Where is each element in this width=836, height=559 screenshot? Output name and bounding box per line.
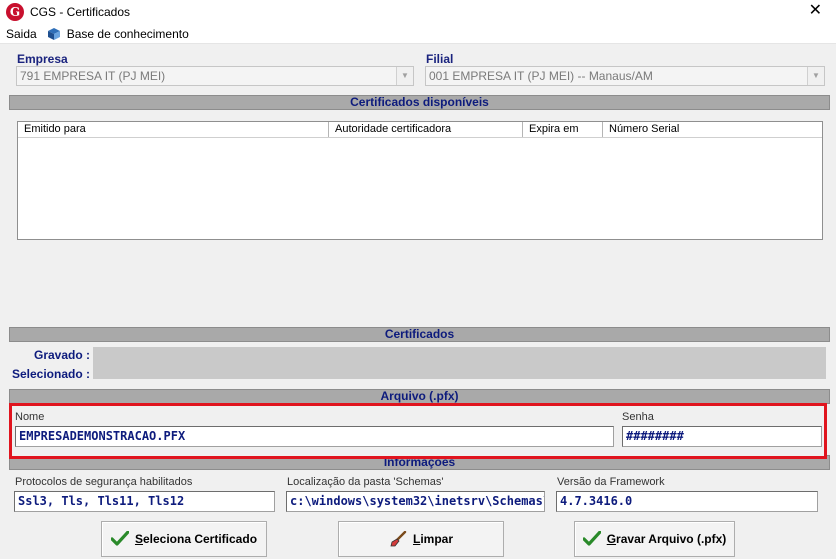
protocolos-field[interactable]: Ssl3, Tls, Tls11, Tls12 bbox=[14, 491, 275, 512]
book-icon bbox=[47, 27, 61, 41]
menu-base-conhecimento[interactable]: Base de conhecimento bbox=[41, 27, 193, 41]
check-icon bbox=[582, 531, 601, 547]
column-emitido-para[interactable]: Emitido para bbox=[18, 122, 329, 137]
certificados-grid[interactable]: Emitido para Autoridade certificadora Ex… bbox=[17, 121, 823, 240]
certificado-info-field bbox=[93, 347, 826, 379]
highlight-frame: Nome EMPRESADEMONSTRACAO.PFX Senha #####… bbox=[9, 403, 827, 459]
gravar-arquivo-label: Gravar Arquivo (.pfx) bbox=[606, 532, 727, 546]
seleciona-certificado-button[interactable]: Seleciona Certificado bbox=[101, 521, 267, 557]
nome-label: Nome bbox=[15, 411, 45, 423]
empresa-value: 791 EMPRESA IT (PJ MEI) bbox=[20, 69, 166, 83]
framework-field[interactable]: 4.7.3416.0 bbox=[556, 491, 818, 512]
menu-saida[interactable]: Saida bbox=[0, 27, 41, 41]
column-expira-em[interactable]: Expira em bbox=[523, 122, 603, 137]
menu-base-conhecimento-label: Base de conhecimento bbox=[66, 26, 189, 41]
nome-field[interactable]: EMPRESADEMONSTRACAO.PFX bbox=[15, 426, 614, 447]
limpar-button[interactable]: Limpar bbox=[338, 521, 504, 557]
senha-label: Senha bbox=[622, 411, 654, 423]
title-bar: G CGS - Certificados ✕ bbox=[0, 0, 836, 24]
certificados-disponiveis-header: Certificados disponíveis bbox=[9, 95, 830, 110]
certificados-header: Certificados bbox=[9, 327, 830, 342]
schemas-field[interactable]: c:\windows\system32\inetsrv\Schemas\ bbox=[286, 491, 545, 512]
menu-bar: Saida Base de conhecimento bbox=[0, 24, 836, 44]
grid-header: Emitido para Autoridade certificadora Ex… bbox=[18, 122, 822, 138]
senha-field[interactable]: ######## bbox=[622, 426, 822, 447]
gravado-label: Gravado : bbox=[33, 348, 90, 362]
window-title: CGS - Certificados bbox=[30, 5, 131, 19]
empresa-label: Empresa bbox=[17, 52, 68, 66]
column-autoridade[interactable]: Autoridade certificadora bbox=[329, 122, 523, 137]
close-button[interactable]: ✕ bbox=[809, 2, 822, 20]
filial-label: Filial bbox=[426, 52, 454, 66]
framework-label: Versão da Framework bbox=[557, 476, 665, 488]
limpar-label: Limpar bbox=[412, 532, 454, 546]
app-logo-icon: G bbox=[6, 3, 24, 21]
gravar-arquivo-button[interactable]: Gravar Arquivo (.pfx) bbox=[574, 521, 735, 557]
column-numero-serial[interactable]: Número Serial bbox=[603, 122, 822, 137]
protocolos-label: Protocolos de segurança habilitados bbox=[15, 476, 193, 488]
schemas-label: Localização da pasta 'Schemas' bbox=[287, 476, 444, 488]
chevron-down-icon[interactable]: ▼ bbox=[807, 67, 824, 85]
selecionado-label: Selecionado : bbox=[11, 367, 90, 381]
filial-value: 001 EMPRESA IT (PJ MEI) -- Manaus/AM bbox=[429, 69, 653, 83]
filial-select[interactable]: 001 EMPRESA IT (PJ MEI) -- Manaus/AM ▼ bbox=[425, 66, 825, 86]
arquivo-header: Arquivo (.pfx) bbox=[9, 389, 830, 404]
seleciona-certificado-label: Seleciona Certificado bbox=[134, 532, 258, 546]
chevron-down-icon[interactable]: ▼ bbox=[396, 67, 413, 85]
empresa-select[interactable]: 791 EMPRESA IT (PJ MEI) ▼ bbox=[16, 66, 414, 86]
brush-icon bbox=[389, 531, 407, 547]
check-icon bbox=[110, 531, 129, 547]
